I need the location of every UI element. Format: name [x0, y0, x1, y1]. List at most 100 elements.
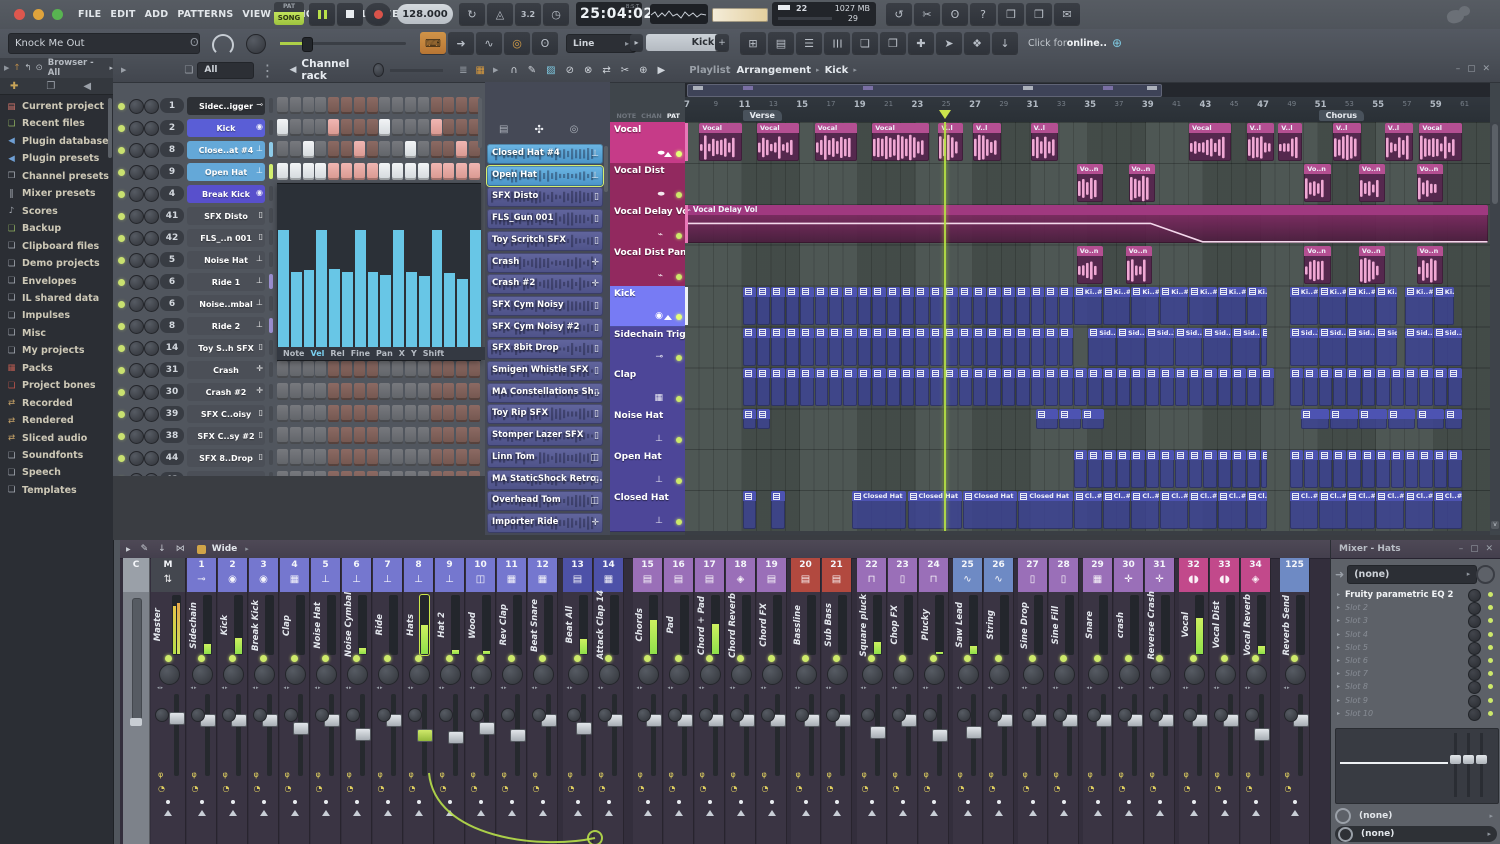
step-cell[interactable]	[315, 119, 327, 136]
strip-led[interactable]	[644, 655, 651, 662]
step-cell[interactable]	[341, 97, 352, 114]
velocity-bar[interactable]	[380, 275, 392, 347]
step-cell[interactable]	[315, 449, 327, 466]
channel-target-number[interactable]: 31	[160, 362, 184, 377]
song-mode-label[interactable]: SONG	[274, 12, 304, 25]
pattern-clip[interactable]	[1117, 450, 1131, 489]
mixer-window-controls[interactable]: – ▢ ✕	[1459, 544, 1495, 554]
audio-clip-vo-n[interactable]: Vo..n	[1076, 163, 1104, 202]
audio-clip-vocal[interactable]: Vocal	[1419, 123, 1462, 161]
velocity-bar[interactable]	[316, 230, 328, 347]
pattern-clip[interactable]	[1073, 450, 1088, 489]
track-led[interactable]	[676, 273, 682, 280]
strip-fader-track[interactable]	[612, 694, 617, 776]
track-led[interactable]	[676, 150, 682, 157]
mixer-strip-square-pluck[interactable]: 22 ⊓ Square pluck ◂▸ φ ◔	[857, 558, 887, 844]
pattern-clip[interactable]	[872, 286, 886, 325]
pattern-clip[interactable]	[814, 286, 828, 325]
step-cell[interactable]	[366, 405, 378, 422]
strip-fader-handle[interactable]	[293, 722, 309, 735]
step-cell[interactable]	[379, 383, 391, 400]
strip-swap-icon[interactable]: ◔	[1184, 784, 1191, 793]
pattern-clip[interactable]	[1059, 409, 1082, 430]
channel-pan-knob[interactable]	[129, 99, 144, 114]
audio-clip-vo-n[interactable]: Vo..n	[1416, 163, 1443, 202]
browser-add-icon[interactable]: ✚	[10, 81, 18, 92]
strip-swap-icon[interactable]: ◔	[958, 784, 965, 793]
step-cell[interactable]	[289, 119, 301, 136]
pattern-clip[interactable]	[944, 327, 958, 366]
fx-slot-led[interactable]	[1488, 710, 1493, 716]
pattern-clip[interactable]	[929, 368, 944, 407]
channel-button-noise-hat[interactable]: Noise Hat ⊥	[187, 251, 265, 269]
pattern-clip-ki-2[interactable]: Ki..#2	[1131, 286, 1160, 325]
step-cell[interactable]	[456, 141, 468, 158]
strip-fader-track[interactable]	[581, 694, 586, 776]
pattern-clip-closed-hat[interactable]: Closed Hat	[1018, 491, 1073, 530]
step-cell[interactable]	[366, 119, 378, 136]
mixer-track-indicator[interactable]	[269, 186, 273, 201]
step-cell[interactable]	[430, 361, 442, 378]
channel-button-sfx-c-sy-2[interactable]: SFX C..sy #2 ▯	[187, 427, 265, 445]
pattern-clip-sid-2[interactable]: Sid..2	[1174, 327, 1203, 366]
strip-pan-knob[interactable]	[669, 664, 690, 685]
channel-volume-knob[interactable]	[144, 143, 159, 158]
graph-tab-fine[interactable]: Fine	[351, 349, 370, 358]
strip-number[interactable]: 125	[1280, 560, 1309, 570]
pattern-clip[interactable]	[1261, 450, 1268, 489]
picker-item-crash-2[interactable]: Crash #2 ✛	[487, 274, 603, 295]
strip-fader-track[interactable]	[682, 694, 687, 776]
strip-meter[interactable]	[1130, 595, 1139, 655]
strip-stereo-icon[interactable]: φ	[989, 770, 994, 779]
picker-item-toy-scritch-sfx[interactable]: Toy Scritch SFX ▯	[487, 230, 603, 251]
strip-stereo-icon[interactable]: φ	[638, 770, 643, 779]
focused-channel-field[interactable]: Kick:	[646, 34, 724, 51]
strip-stereo-icon[interactable]: φ	[1150, 770, 1155, 779]
mixer-strip-chords[interactable]: 15 ▤ Chords ◂▸ φ ◔	[633, 558, 663, 844]
strip-pan-knob[interactable]	[1150, 664, 1171, 685]
pattern-clip-ki-2[interactable]: Ki..#2	[1405, 286, 1433, 325]
strip-stereo-icon[interactable]: φ	[1088, 770, 1093, 779]
channel-volume-knob[interactable]	[144, 121, 159, 136]
channel-pan-knob[interactable]	[129, 451, 144, 466]
strip-stereo-icon[interactable]: φ	[471, 770, 476, 779]
strip-aux-knob[interactable]	[1149, 708, 1163, 722]
mixer-strip-sidechain[interactable]: 1 ⊸ Sidechain ◂▸ φ ◔	[187, 558, 217, 844]
pattern-clip[interactable]	[1203, 368, 1217, 407]
strip-meter[interactable]	[742, 595, 751, 655]
step-cell[interactable]	[443, 119, 455, 136]
pattern-clip[interactable]	[1001, 327, 1016, 366]
strip-fader-track[interactable]	[1002, 694, 1007, 776]
pattern-clip[interactable]	[742, 368, 756, 407]
pattern-clip[interactable]	[1433, 368, 1448, 407]
strip-led[interactable]	[1060, 655, 1067, 662]
rack-title[interactable]: Channel rack	[301, 58, 359, 82]
undo-button[interactable]: ↺	[886, 3, 912, 25]
strip-fader-handle[interactable]	[932, 729, 948, 742]
channel-button-ride-1[interactable]: Ride 1 ⊥	[187, 273, 265, 291]
channel-volume-knob[interactable]	[144, 275, 159, 290]
strip-fader-track[interactable]	[267, 694, 272, 776]
strip-aux-knob[interactable]	[222, 708, 236, 722]
strip-stereo-icon[interactable]: φ	[1119, 770, 1124, 779]
mixer-strip-sine-fill[interactable]: 28 ▯ Sine Fill ◂▸ φ ◔	[1049, 558, 1079, 844]
strip-swap-icon[interactable]: ◔	[409, 784, 416, 793]
pattern-clip[interactable]	[1145, 450, 1160, 489]
pattern-clip[interactable]	[1131, 450, 1145, 489]
strip-pan-knob[interactable]	[762, 664, 783, 685]
strip-fader-handle[interactable]	[355, 728, 371, 741]
mic-monitor-button[interactable]: ʘ	[532, 32, 558, 54]
strip-led[interactable]	[868, 655, 875, 662]
strip-meter[interactable]	[327, 595, 336, 655]
step-cell[interactable]	[341, 141, 352, 158]
strip-swap-icon[interactable]: ◔	[347, 784, 354, 793]
route-arrow-icon[interactable]	[321, 810, 330, 816]
fx-slot-slot-5[interactable]: ▸ Slot 5	[1333, 641, 1499, 655]
pattern-clip-sid-2[interactable]: Sid..2	[1203, 327, 1232, 366]
strip-number[interactable]: 30	[1114, 560, 1143, 570]
slice-tool-icon[interactable]: ✂	[621, 65, 629, 76]
graph-tab-note[interactable]: Note	[283, 349, 304, 358]
route-arrow-icon[interactable]	[767, 810, 776, 816]
playlist-vscrollbar[interactable]: v	[1490, 122, 1500, 531]
step-cell[interactable]	[456, 383, 468, 400]
